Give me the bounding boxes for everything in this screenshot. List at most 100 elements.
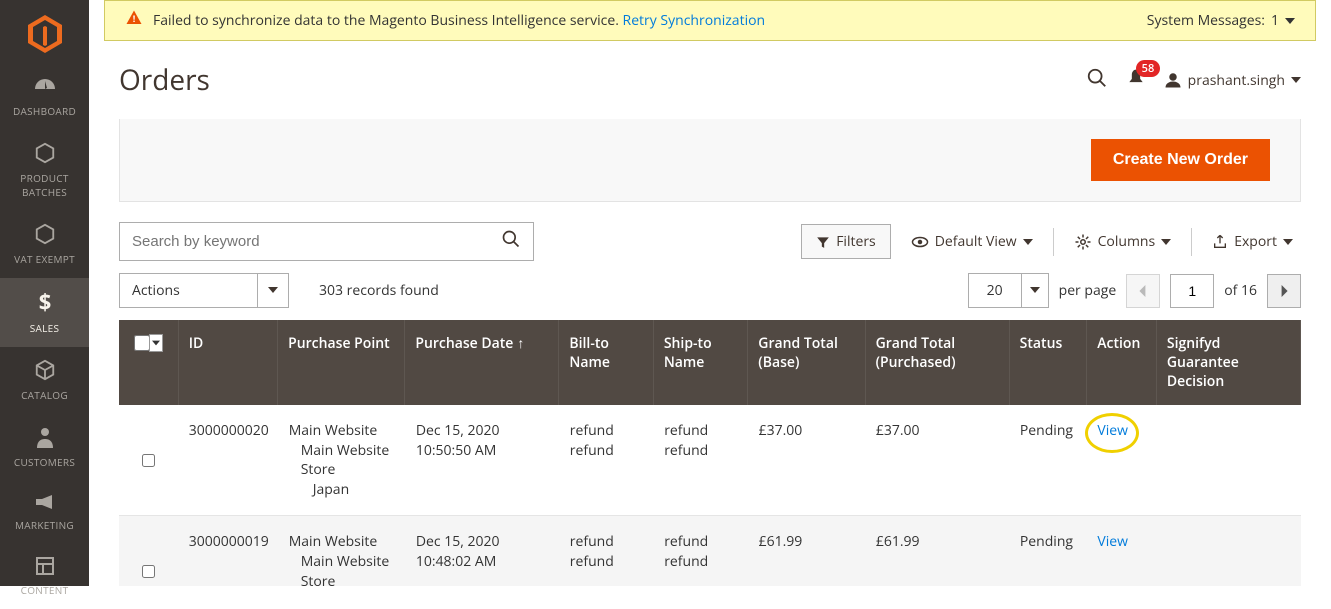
search-input[interactable] — [120, 225, 489, 258]
col-grand-total-purchased[interactable]: Grand Total (Purchased) — [866, 320, 1010, 405]
nav-sales[interactable]: $ SALES — [0, 278, 89, 347]
export-button[interactable]: Export — [1204, 232, 1301, 251]
nav-vat-exempt[interactable]: VAT EXEMPT — [0, 211, 89, 278]
chevron-down-icon — [1285, 16, 1295, 26]
eye-icon — [911, 233, 929, 251]
notifications-icon[interactable]: 58 — [1126, 68, 1146, 93]
nav-dashboard[interactable]: DASHBOARD — [0, 65, 89, 130]
sidebar: DASHBOARD PRODUCT BATCHES VAT EXEMPT $ SALES… — [0, 0, 89, 586]
user-name: prashant.singh — [1188, 71, 1285, 90]
cell-grand-total-base: £61.99 — [749, 516, 866, 586]
hex-icon — [34, 142, 56, 167]
nav-label: VAT EXEMPT — [14, 252, 75, 266]
table-row: 3000000019Main WebsiteMain Website Store… — [119, 516, 1301, 586]
cell-grand-total-purchased: £61.99 — [866, 516, 1010, 586]
sort-asc-icon: ↑ — [517, 334, 524, 353]
actions-label: Actions — [120, 274, 257, 307]
nav-customers[interactable]: CUSTOMERS — [0, 414, 89, 481]
select-all-dropdown[interactable] — [149, 334, 163, 352]
nav-product-batches[interactable]: PRODUCT BATCHES — [0, 130, 89, 211]
col-purchase-date[interactable]: Purchase Date↑ — [405, 320, 559, 405]
col-status[interactable]: Status — [1010, 320, 1088, 405]
row-checkbox[interactable] — [142, 454, 155, 467]
user-icon — [1164, 71, 1182, 89]
view-link[interactable]: View — [1097, 421, 1128, 440]
system-messages-toggle[interactable]: System Messages: 1 — [1147, 11, 1295, 30]
cell-status: Pending — [1010, 516, 1088, 586]
chevron-down-icon — [1161, 237, 1171, 247]
actions-dropdown[interactable]: Actions — [119, 273, 289, 308]
cell-billto: refundrefund — [560, 405, 654, 515]
page-title: Orders — [119, 61, 1086, 99]
chevron-down-icon[interactable] — [257, 274, 288, 307]
warning-icon: ! — [125, 9, 143, 32]
col-purchase-point[interactable]: Purchase Point — [278, 320, 405, 405]
record-count: 303 records found — [319, 281, 439, 300]
page-input[interactable] — [1170, 274, 1214, 308]
nav-catalog[interactable]: CATALOG — [0, 347, 89, 414]
columns-button[interactable]: Columns — [1066, 232, 1180, 251]
default-view-button[interactable]: Default View — [903, 232, 1041, 251]
cell-purchase-date: Dec 15, 202010:50:50 AM — [406, 405, 560, 515]
svg-text:$: $ — [38, 290, 51, 314]
col-id[interactable]: ID — [179, 320, 278, 405]
nav-content[interactable]: CONTENT — [0, 544, 89, 609]
user-menu[interactable]: prashant.singh — [1164, 71, 1301, 90]
hex-icon — [34, 223, 56, 248]
view-link[interactable]: View — [1097, 532, 1128, 551]
cell-id: 3000000020 — [179, 405, 279, 515]
row-checkbox[interactable] — [142, 565, 155, 578]
col-action[interactable]: Action — [1087, 320, 1157, 405]
dollar-icon: $ — [35, 290, 55, 317]
cell-purchase-point: Main WebsiteMain Website StoreJapan — [279, 405, 406, 515]
cell-action: View — [1087, 405, 1157, 515]
cell-action: View — [1087, 516, 1157, 586]
cell-id: 3000000019 — [179, 516, 279, 586]
cell-purchase-point: Main WebsiteMain Website StoreJapan — [279, 516, 406, 586]
col-billto[interactable]: Bill-to Name — [559, 320, 653, 405]
table-row: 3000000020Main WebsiteMain Website Store… — [119, 405, 1301, 516]
page-count: of 16 — [1224, 281, 1257, 300]
col-shipto[interactable]: Ship-to Name — [654, 320, 748, 405]
horn-icon — [34, 493, 56, 514]
page-size-value: 20 — [969, 274, 1021, 307]
nav-label: CATALOG — [21, 388, 68, 402]
nav-label: MARKETING — [15, 518, 74, 532]
col-grand-total-base[interactable]: Grand Total (Base) — [748, 320, 865, 405]
dashboard-icon — [33, 77, 57, 100]
select-all-cell — [119, 320, 179, 405]
chevron-down-icon[interactable] — [1021, 274, 1048, 307]
search-button[interactable] — [489, 223, 533, 260]
cell-grand-total-purchased: £37.00 — [866, 405, 1010, 515]
prev-page-button[interactable] — [1126, 274, 1160, 308]
magento-logo[interactable] — [25, 15, 65, 53]
cell-status: Pending — [1010, 405, 1088, 515]
page-size-dropdown[interactable]: 20 — [968, 273, 1049, 308]
cell-purchase-date: Dec 15, 202010:48:02 AM — [406, 516, 560, 586]
cell-grand-total-base: £37.00 — [749, 405, 866, 515]
nav-label: PRODUCT BATCHES — [0, 171, 89, 199]
person-icon — [36, 426, 54, 451]
nav-label: SALES — [30, 321, 60, 335]
cell-billto: refundrefund — [560, 516, 654, 586]
cell-shipto: refundrefund — [654, 516, 748, 586]
svg-text:!: ! — [133, 12, 136, 25]
chevron-down-icon — [1283, 237, 1293, 247]
retry-link[interactable]: Retry Synchronization — [623, 11, 766, 30]
action-bar: Create New Order — [119, 119, 1301, 202]
nav-marketing[interactable]: MARKETING — [0, 481, 89, 544]
cell-signifyd — [1157, 405, 1301, 515]
search-icon[interactable] — [1086, 67, 1108, 94]
select-all-checkbox[interactable] — [134, 335, 150, 351]
filters-button[interactable]: Filters — [801, 224, 891, 259]
cell-shipto: refundrefund — [654, 405, 748, 515]
next-page-button[interactable] — [1267, 274, 1301, 308]
chevron-down-icon — [1023, 237, 1033, 247]
col-signifyd[interactable]: Signifyd Guarantee Decision — [1157, 320, 1301, 405]
filter-icon — [816, 235, 830, 249]
per-page-label: per page — [1059, 281, 1117, 300]
message-text: Failed to synchronize data to the Magent… — [153, 11, 1147, 30]
create-order-button[interactable]: Create New Order — [1091, 139, 1270, 181]
orders-grid: ID Purchase Point Purchase Date↑ Bill-to… — [119, 320, 1301, 586]
cube-icon — [34, 359, 56, 384]
